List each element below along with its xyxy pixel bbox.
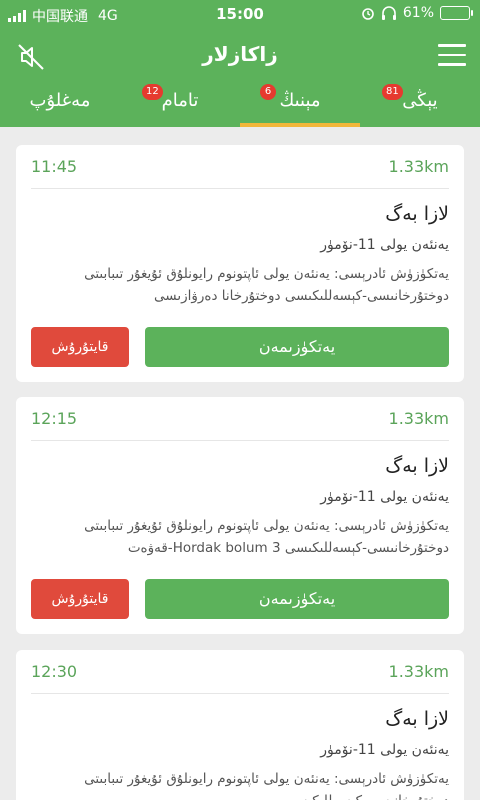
delivery-address: يەتكۈزۈش ئادرېسى: يەنئەن يولى ئاپتونوم ر…	[84, 266, 449, 304]
order-card[interactable]: 11:45 1.33km لازا بەگ يەنئەن يولى 11-نۆم…	[16, 145, 464, 382]
status-bar: 中国联通 4G 15:00 61%	[0, 0, 480, 28]
mine-count-badge: 6	[260, 84, 276, 100]
order-tabs: يېڭى 81 مېنىڭ 6 تامام 12 مەغلۇپ	[0, 82, 480, 127]
menu-icon	[438, 44, 466, 47]
new-count-badge: 81	[382, 84, 403, 100]
tab-label: مېنىڭ	[279, 90, 321, 111]
order-time: 12:15	[31, 409, 78, 428]
customer-name: لازا بەگ	[385, 203, 449, 225]
tab-mine[interactable]: مېنىڭ 6	[240, 82, 360, 127]
tab-label: يېڭى	[402, 90, 438, 111]
order-card[interactable]: 12:15 1.33km لازا بەگ يەنئەن يولى 11-نۆم…	[16, 397, 464, 634]
app-header: 中国联通 4G 15:00 61% زاكازلار يېڭى 81 مېنىڭ…	[0, 0, 480, 127]
customer-name: لازا بەگ	[385, 455, 449, 477]
order-date: يەنئەن يولى 11-نۆمۈر	[320, 237, 449, 253]
tab-label: مەغلۇپ	[29, 90, 91, 111]
order-distance: 1.33km	[388, 157, 449, 176]
tab-label: تامام	[161, 90, 199, 111]
return-button[interactable]: قايتۇرۇش	[31, 579, 129, 619]
tab-failed[interactable]: مەغلۇپ	[0, 82, 120, 127]
order-date: يەنئەن يولى 11-نۆمۈر	[320, 742, 449, 758]
menu-button[interactable]	[438, 44, 466, 66]
order-distance: 1.33km	[388, 409, 449, 428]
battery-icon	[440, 6, 473, 20]
order-card[interactable]: 12:30 1.33km لازا بەگ يەنئەن يولى 11-نۆم…	[16, 650, 464, 800]
alarm-icon	[362, 8, 374, 20]
order-distance: 1.33km	[388, 662, 449, 681]
tab-new[interactable]: يېڭى 81	[360, 82, 480, 127]
deliver-button[interactable]: يەتكۈزىمەن	[145, 579, 449, 619]
battery-percent: 61%	[402, 5, 434, 21]
headphones-icon	[381, 6, 396, 20]
return-button[interactable]: قايتۇرۇش	[31, 327, 129, 367]
delivery-address: يەتكۈزۈش ئادرېسى: يەنئەن يولى ئاپتونوم ر…	[84, 771, 449, 800]
deliver-button[interactable]: يەتكۈزىمەن	[145, 327, 449, 367]
order-time: 11:45	[31, 157, 78, 176]
order-date: يەنئەن يولى 11-نۆمۈر	[320, 489, 449, 505]
customer-name: لازا بەگ	[385, 708, 449, 730]
delivery-address: يەتكۈزۈش ئادرېسى: يەنئەن يولى ئاپتونوم ر…	[84, 518, 449, 556]
page-title: زاكازلار	[202, 42, 278, 66]
order-time: 12:30	[31, 662, 78, 681]
completed-count-badge: 12	[142, 84, 163, 100]
tab-completed[interactable]: تامام 12	[120, 82, 240, 127]
